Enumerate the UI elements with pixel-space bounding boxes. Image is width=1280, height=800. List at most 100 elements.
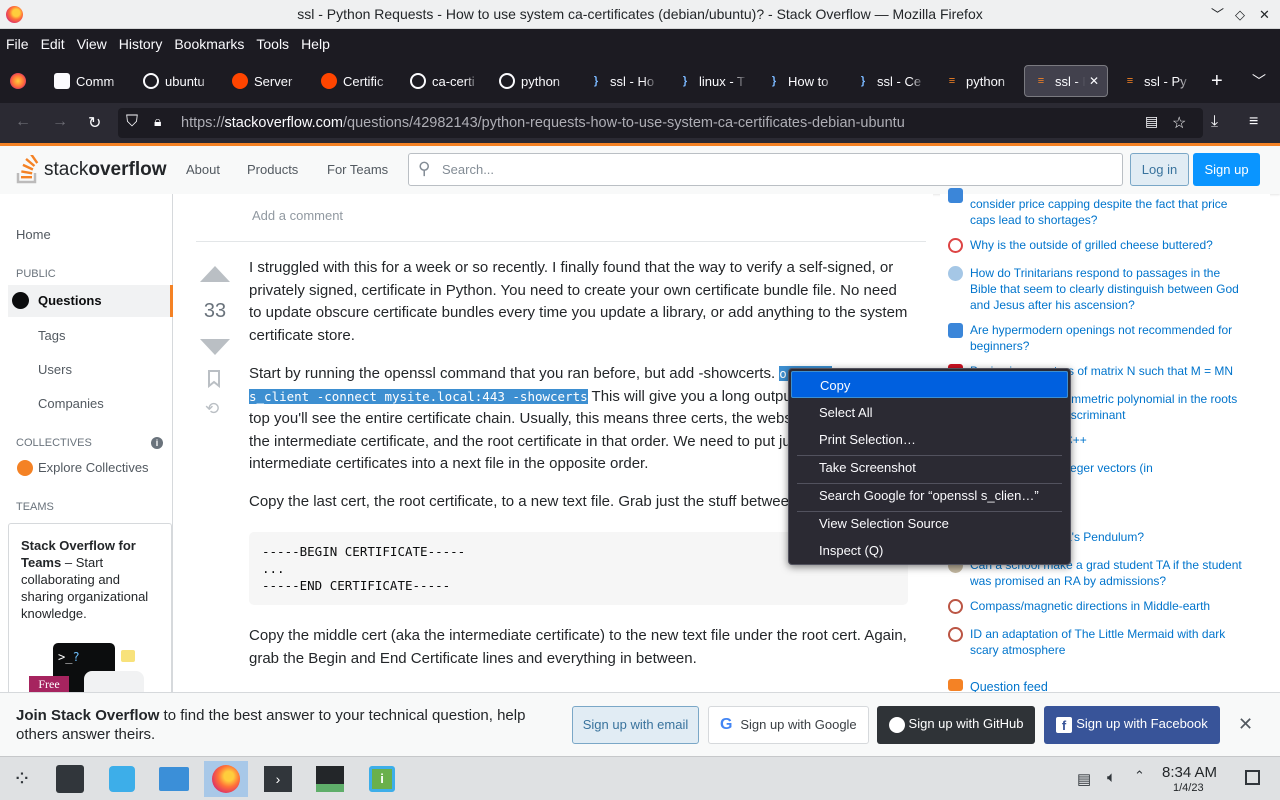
url-text[interactable]: https://stackoverflow.com/questions/4298… <box>181 115 905 131</box>
history-icon[interactable]: ⟲ <box>205 399 219 419</box>
tab-active[interactable]: ≡ssl - P✕ <box>1024 65 1108 97</box>
info-icon[interactable]: i <box>151 437 163 449</box>
menu-file[interactable]: File <box>6 36 29 52</box>
logo-text-overflow: overflow <box>88 159 167 180</box>
upvote-icon[interactable] <box>199 265 231 283</box>
google-icon <box>143 73 159 89</box>
clock-time[interactable]: 8:34 AM <box>1162 764 1217 781</box>
list-all-tabs-icon[interactable]: ﹀ <box>1252 65 1266 97</box>
tab[interactable]: ubuntu <box>143 65 213 97</box>
info-center-icon[interactable]: i <box>360 761 404 797</box>
close-tab-icon[interactable]: ✕ <box>1089 74 1099 88</box>
sidebar-item-questions[interactable]: Questions <box>8 285 173 317</box>
maximize-icon[interactable]: ◇ <box>1235 0 1245 29</box>
add-comment-link[interactable]: Add a comment <box>252 208 343 223</box>
tab[interactable]: Comm <box>54 65 124 97</box>
firefox-icon <box>6 6 23 23</box>
close-window-icon[interactable]: ✕ <box>1259 0 1270 29</box>
hot-question-link[interactable]: Are hypermodern openings not recommended… <box>970 322 1250 354</box>
hot-question-link[interactable]: Compass/magnetic directions in Middle-ea… <box>970 598 1250 614</box>
volume-icon[interactable]: 🔈︎ <box>1107 769 1116 786</box>
stackoverflow-logo[interactable]: stack overflow <box>16 155 166 185</box>
context-menu-print-selection[interactable]: Print Selection… <box>791 426 1068 453</box>
bookmark-icon[interactable] <box>207 370 221 388</box>
show-desktop-icon[interactable] <box>1245 770 1260 785</box>
hot-question-link[interactable]: Why is the outside of grilled cheese but… <box>970 237 1250 253</box>
nav-products[interactable]: Products <box>247 162 298 177</box>
new-tab-icon[interactable]: + <box>1211 65 1223 97</box>
sidebar-item-companies[interactable]: Companies <box>38 396 104 411</box>
clock-date[interactable]: 1/4/23 <box>1173 782 1204 794</box>
christianity-site-icon <box>948 266 963 281</box>
minimize-icon[interactable]: ﹀ <box>1211 0 1224 29</box>
tab[interactable]: ≡ python <box>944 65 1014 97</box>
menu-bookmarks[interactable]: Bookmarks <box>174 36 244 52</box>
app-menu-icon[interactable]: ≡ <box>1249 113 1258 131</box>
back-icon[interactable]: ← <box>15 113 31 131</box>
firefox-view-button[interactable] <box>10 65 32 97</box>
sidebar-item-explore-collectives[interactable]: Explore Collectives <box>38 460 149 475</box>
reader-view-icon[interactable]: ▤ <box>1145 113 1158 130</box>
tab[interactable]: } ssl - Ho <box>588 65 658 97</box>
close-banner-icon[interactable]: ✕ <box>1238 714 1253 735</box>
bookmark-star-icon[interactable]: ☆ <box>1172 113 1186 133</box>
system-settings-icon[interactable] <box>48 761 92 797</box>
discover-icon[interactable] <box>100 761 144 797</box>
downvote-icon[interactable] <box>199 338 231 356</box>
context-menu-copy[interactable]: Copy <box>791 371 1068 398</box>
file-manager-icon[interactable] <box>152 761 196 797</box>
menu-view[interactable]: View <box>77 36 107 52</box>
tab[interactable]: } linux - T <box>677 65 747 97</box>
context-menu-search-google[interactable]: Search Google for “openssl s_clien…” <box>791 482 1068 509</box>
reload-icon[interactable]: ↻ <box>88 113 101 133</box>
hot-question-link[interactable]: ID an adaptation of The Little Mermaid w… <box>970 626 1250 658</box>
unix-se-icon: } <box>771 75 777 87</box>
tab[interactable]: } How to <box>766 65 836 97</box>
hot-question-link[interactable]: consider price capping despite the fact … <box>970 196 1250 228</box>
nav-about[interactable]: About <box>186 162 220 177</box>
unix-se-icon: } <box>682 75 688 87</box>
tab[interactable]: } ssl - Ce <box>855 65 925 97</box>
sidebar-item-users[interactable]: Users <box>38 362 72 377</box>
menu-tools[interactable]: Tools <box>256 36 289 52</box>
tray-expand-icon[interactable]: ⌃ <box>1134 768 1145 784</box>
login-button[interactable]: Log in <box>1130 153 1189 186</box>
url-bar[interactable]: ⛉ 🔒︎ https://stackoverflow.com/questions… <box>118 108 1203 138</box>
lock-icon[interactable]: 🔒︎ <box>154 113 161 130</box>
facebook-icon: f <box>1056 717 1072 733</box>
menu-edit[interactable]: Edit <box>41 36 65 52</box>
app-launcher-icon[interactable]: ⁘ <box>0 761 44 797</box>
tab[interactable]: python <box>499 65 569 97</box>
search-input[interactable]: ⚲ Search... <box>408 153 1123 186</box>
tab[interactable]: ca-certi <box>410 65 480 97</box>
context-menu-select-all[interactable]: Select All <box>791 399 1068 426</box>
image-viewer-icon[interactable] <box>308 761 352 797</box>
context-menu: Copy Select All Print Selection… Take Sc… <box>788 368 1071 565</box>
tab[interactable]: Certific <box>321 65 391 97</box>
signup-facebook-button[interactable]: f Sign up with Facebook <box>1044 706 1220 744</box>
sidebar-item-home[interactable]: Home <box>16 227 51 242</box>
chess-site-icon <box>948 323 963 338</box>
tab[interactable]: Server <box>232 65 302 97</box>
downloads-icon[interactable]: ⤓ <box>1211 113 1218 131</box>
signup-button[interactable]: Sign up <box>1193 153 1260 186</box>
context-menu-view-selection-source[interactable]: View Selection Source <box>791 510 1068 537</box>
menu-history[interactable]: History <box>119 36 163 52</box>
clipboard-icon[interactable]: ▤ <box>1077 770 1091 788</box>
unix-se-icon: } <box>860 75 866 87</box>
firefox-taskbar-icon[interactable] <box>204 761 248 797</box>
hot-question-link[interactable]: How do Trinitarians respond to passages … <box>970 265 1250 313</box>
menu-help[interactable]: Help <box>301 36 330 52</box>
forward-icon[interactable]: → <box>52 113 68 131</box>
signup-email-button[interactable]: Sign up with email <box>572 706 699 744</box>
context-menu-inspect[interactable]: Inspect (Q) <box>791 537 1068 564</box>
signup-google-button[interactable]: G Sign up with Google <box>708 706 869 744</box>
context-menu-take-screenshot[interactable]: Take Screenshot <box>791 454 1068 481</box>
terminal-icon[interactable]: › <box>256 761 300 797</box>
teams-promo: Stack Overflow for Teams – Start collabo… <box>8 523 172 693</box>
tracking-protection-icon[interactable]: ⛉ <box>126 113 138 131</box>
tab[interactable]: ≡ ssl - Py <box>1122 65 1192 97</box>
nav-for-teams[interactable]: For Teams <box>327 162 388 177</box>
signup-github-button[interactable]: Sign up with GitHub <box>877 706 1035 744</box>
sidebar-item-tags[interactable]: Tags <box>38 328 65 343</box>
